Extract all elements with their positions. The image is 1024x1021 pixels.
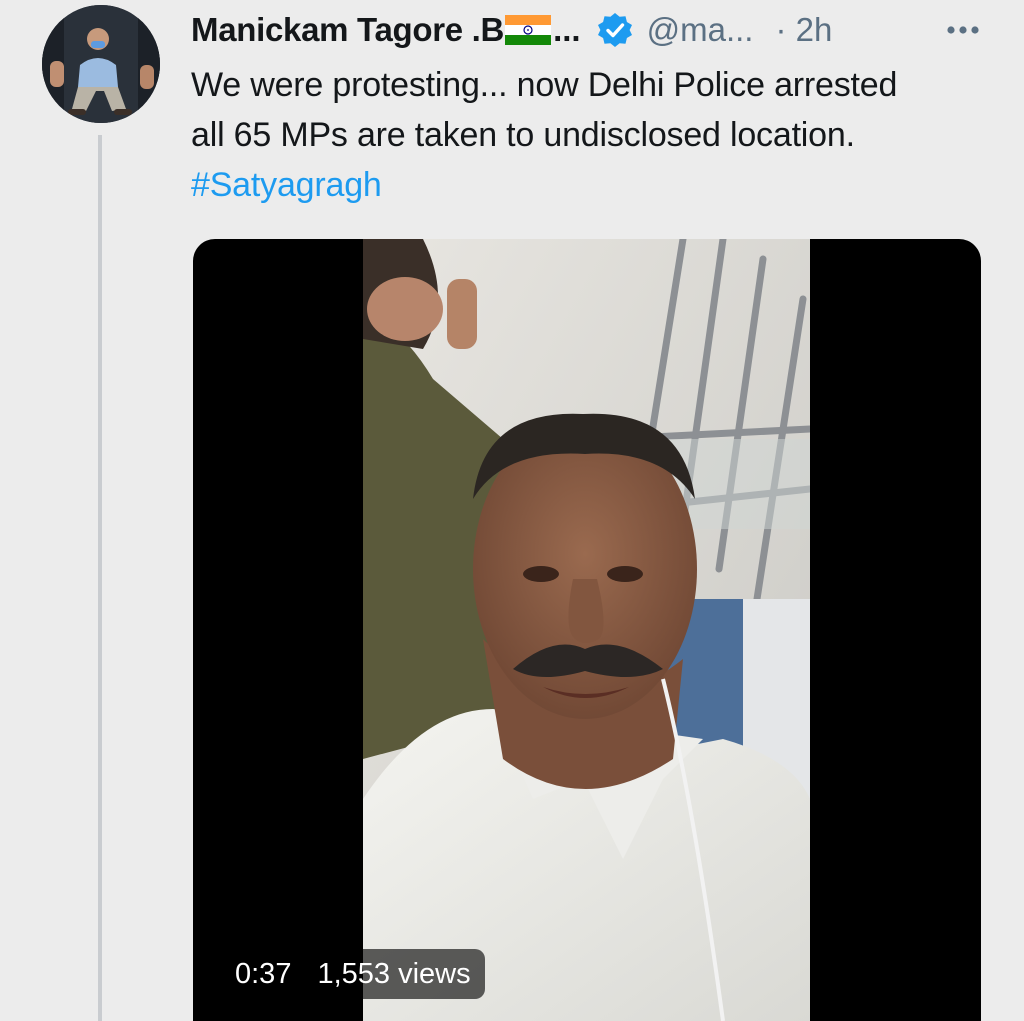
video-duration: 0:37 <box>235 957 292 990</box>
tweet-text: We were protesting... now Delhi Police a… <box>191 60 991 210</box>
author-name[interactable]: Manickam Tagore .B <box>191 11 504 49</box>
tweet-card[interactable]: Manickam Tagore .B ... @ma... · 2h We we… <box>0 0 1024 1021</box>
more-options-icon[interactable] <box>943 12 983 48</box>
name-truncation: ... <box>553 11 581 48</box>
author-avatar[interactable] <box>42 5 160 123</box>
video-views: 1,553 views <box>317 957 471 990</box>
author-handle[interactable]: @ma... <box>647 11 754 49</box>
tweet-header: Manickam Tagore .B ... @ma... · 2h <box>191 8 991 52</box>
tweet-text-line: We were protesting... now Delhi Police a… <box>191 66 898 104</box>
tweet-timestamp[interactable]: · 2h <box>775 11 832 49</box>
video-player[interactable] <box>193 239 981 1021</box>
tweet-text-line: all 65 MPs are taken to undisclosed loca… <box>191 116 855 154</box>
avatar-photo <box>42 5 160 123</box>
verified-badge-icon <box>597 13 632 47</box>
video-thumbnail <box>363 239 810 1021</box>
india-flag-icon <box>505 15 552 45</box>
hashtag-link[interactable]: #Satyagragh <box>191 160 991 210</box>
video-info-badge: 0:37 1,553 views <box>221 949 485 999</box>
thread-line <box>98 135 102 1021</box>
video-frame <box>363 239 810 1021</box>
